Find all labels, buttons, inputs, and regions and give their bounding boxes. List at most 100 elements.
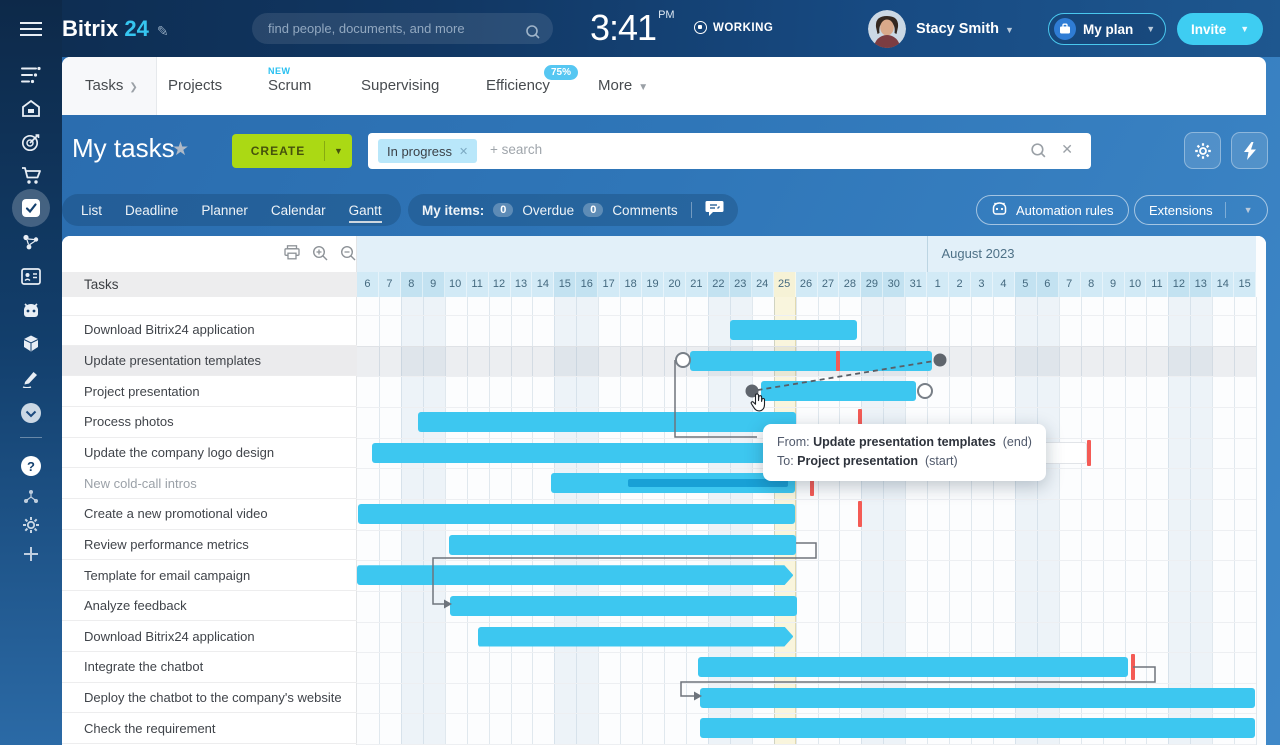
tab-supervising[interactable]: Supervising — [361, 57, 439, 115]
tab-calendar[interactable]: Calendar — [271, 203, 326, 218]
task-label[interactable]: Deploy the chatbot to the company's webs… — [62, 683, 357, 714]
sidebar-divider — [20, 437, 42, 438]
left-sidebar: ? — [0, 0, 62, 745]
invite-button[interactable]: Invite▼ — [1177, 13, 1263, 45]
task-label[interactable]: Create a new promotional video — [62, 499, 357, 530]
tab-planner[interactable]: Planner — [201, 203, 248, 218]
automation-robot-icon[interactable] — [0, 295, 62, 325]
tab-projects[interactable]: Projects — [168, 57, 222, 115]
task-label[interactable]: Analyze feedback — [62, 591, 357, 622]
row-line — [62, 315, 357, 316]
search-icon[interactable] — [525, 20, 541, 51]
chevron-down-icon: ▼ — [1146, 24, 1155, 34]
printer-icon[interactable] — [284, 245, 300, 265]
sign-pen-icon[interactable] — [0, 363, 62, 393]
my-items-bar: My items: 0 Overdue 0 Comments — [408, 194, 738, 226]
tab-gantt[interactable]: Gantt — [349, 197, 382, 223]
task-label[interactable]: Download Bitrix24 application — [62, 315, 357, 346]
my-items-label: My items: — [422, 203, 484, 218]
crm-target-icon[interactable] — [0, 127, 62, 157]
bitrix-logo[interactable]: Bitrix 24✎ — [62, 0, 169, 57]
settings-gear-icon[interactable] — [0, 510, 62, 540]
chevron-down-icon: ▼ — [1244, 205, 1253, 215]
avatar[interactable] — [868, 10, 906, 48]
task-label[interactable]: Process photos — [62, 407, 357, 438]
overdue-count-badge: 0 — [493, 203, 513, 217]
chevron-down-icon: ▼ — [1240, 24, 1249, 34]
comments-count-badge: 0 — [583, 203, 603, 217]
tab-tasks[interactable]: Tasks❯ — [85, 57, 138, 115]
collab-network-icon[interactable] — [0, 227, 62, 257]
menu-hamburger-icon[interactable] — [0, 14, 62, 44]
zoom-in-icon[interactable] — [312, 245, 329, 267]
work-clock[interactable]: 3:41PM — [590, 7, 675, 49]
feed-icon[interactable] — [0, 60, 62, 90]
contacts-card-icon[interactable] — [0, 261, 62, 291]
automation-rules-button[interactable]: Automation rules — [976, 195, 1129, 225]
working-status[interactable]: WORKING — [694, 21, 773, 34]
pill-divider — [691, 202, 692, 218]
workspace-icon[interactable] — [0, 93, 62, 123]
tasks-icon[interactable] — [0, 193, 62, 223]
task-label[interactable]: Update presentation templates — [62, 346, 357, 377]
record-icon — [694, 21, 707, 34]
link-tooltip: From: Update presentation templates (end… — [763, 424, 1046, 481]
cart-icon[interactable] — [0, 160, 62, 190]
chat-icon[interactable] — [705, 200, 724, 220]
task-label[interactable]: Download Bitrix24 application — [62, 622, 357, 653]
drag-hand-cursor — [749, 392, 768, 418]
collapse-chevron-icon[interactable] — [0, 398, 62, 428]
tab-list[interactable]: List — [81, 203, 102, 218]
chevron-right-icon: ❯ — [129, 82, 137, 93]
view-tabs: List Deadline Planner Calendar Gantt — [62, 194, 401, 226]
briefcase-icon — [1054, 18, 1076, 40]
task-label[interactable]: New cold-call intros — [62, 468, 357, 499]
task-label[interactable]: Template for email campaign — [62, 560, 357, 591]
add-plus-icon[interactable] — [0, 539, 62, 569]
comments-filter[interactable]: Comments — [612, 203, 677, 218]
task-label[interactable]: Check the requirement — [62, 713, 357, 744]
boost-button[interactable] — [1231, 132, 1268, 169]
task-label[interactable]: Integrate the chatbot — [62, 652, 357, 683]
edit-logo-icon[interactable]: ✎ — [157, 23, 169, 39]
filter-chip-in-progress[interactable]: In progress✕ — [378, 139, 477, 163]
gantt-panel: August 2023 6789101112131415161718192021… — [62, 236, 1266, 745]
page-title: My tasks — [72, 133, 175, 164]
filter-search-placeholder: + search — [490, 142, 542, 157]
help-icon[interactable]: ? — [0, 451, 62, 481]
zoom-out-icon[interactable] — [340, 245, 357, 267]
top-bar: Bitrix 24✎ find people, documents, and m… — [0, 0, 1280, 57]
structure-icon[interactable] — [0, 482, 62, 512]
extensions-button[interactable]: Extensions ▼ — [1134, 195, 1268, 225]
favorite-star-icon[interactable]: ★ — [172, 138, 189, 161]
create-button[interactable]: CREATE ▼ — [232, 134, 352, 168]
overdue-filter[interactable]: Overdue — [522, 203, 574, 218]
tab-efficiency[interactable]: Efficiency — [486, 57, 550, 115]
close-icon[interactable]: ✕ — [1061, 141, 1073, 158]
dependency-connectors — [357, 236, 1266, 745]
my-plan-button[interactable]: My plan▼ — [1048, 13, 1166, 45]
tab-scrum[interactable]: Scrum — [268, 57, 311, 115]
gantt-task-list: Tasks Download Bitrix24 applicationUpdat… — [62, 236, 357, 745]
task-label[interactable]: Update the company logo design — [62, 438, 357, 469]
chevron-down-icon: ▼ — [1005, 25, 1014, 35]
task-label[interactable]: Project presentation — [62, 376, 357, 407]
search-icon[interactable] — [1030, 142, 1047, 164]
bitrix24-app: Bitrix 24✎ find people, documents, and m… — [0, 0, 1280, 745]
tab-more[interactable]: More▼ — [598, 57, 648, 115]
gantt-chart: August 2023 6789101112131415161718192021… — [357, 236, 1266, 745]
close-icon[interactable]: ✕ — [459, 145, 468, 158]
robot-icon — [991, 202, 1008, 219]
chevron-down-icon: ▼ — [638, 82, 648, 93]
gantt-settings-button[interactable] — [1184, 132, 1221, 169]
pill-divider — [1225, 202, 1226, 218]
chevron-down-icon: ▼ — [325, 146, 352, 156]
user-menu[interactable]: Stacy Smith▼ — [916, 21, 1014, 37]
sites-cube-icon[interactable] — [0, 329, 62, 359]
global-search-input[interactable]: find people, documents, and more — [252, 13, 553, 44]
main-nav: Tasks❯ Projects NEW Scrum Supervising 75… — [62, 57, 1266, 115]
svg-text:?: ? — [27, 459, 35, 474]
task-label[interactable]: Review performance metrics — [62, 530, 357, 561]
filter-search-bar[interactable]: In progress✕ + search ✕ — [368, 133, 1091, 169]
tab-deadline[interactable]: Deadline — [125, 203, 178, 218]
